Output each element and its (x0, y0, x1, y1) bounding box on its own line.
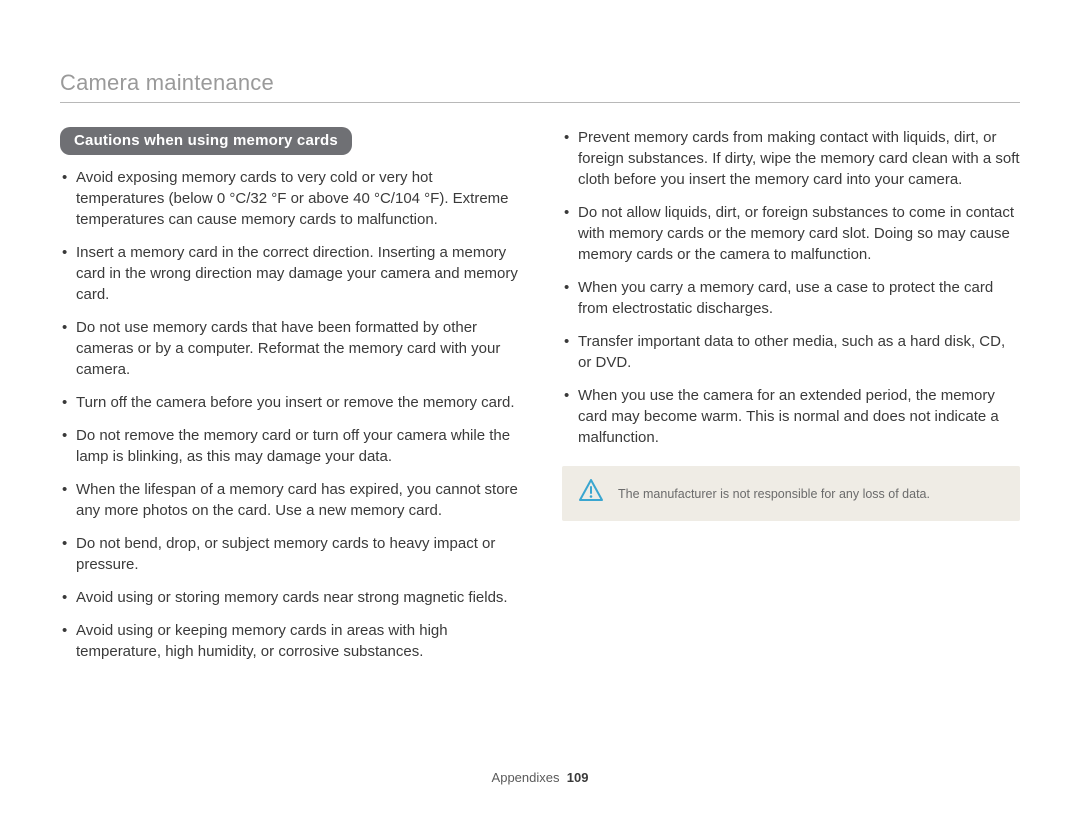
note-text: The manufacturer is not responsible for … (618, 487, 930, 501)
list-item: When you use the camera for an extended … (562, 385, 1020, 448)
section-heading: Cautions when using memory cards (60, 127, 352, 155)
footer-label: Appendixes (492, 770, 560, 785)
list-item: Do not allow liquids, dirt, or foreign s… (562, 202, 1020, 265)
content-columns: Cautions when using memory cards Avoid e… (60, 127, 1020, 674)
header-rule (60, 102, 1020, 103)
list-item: Transfer important data to other media, … (562, 331, 1020, 373)
page-footer: Appendixes 109 (0, 770, 1080, 785)
list-item: Insert a memory card in the correct dire… (60, 242, 518, 305)
left-column: Cautions when using memory cards Avoid e… (60, 127, 518, 674)
list-item: When the lifespan of a memory card has e… (60, 479, 518, 521)
footer-page-number: 109 (567, 770, 589, 785)
list-item: Do not remove the memory card or turn of… (60, 425, 518, 467)
list-item: Do not bend, drop, or subject memory car… (60, 533, 518, 575)
page-title: Camera maintenance (60, 70, 1020, 102)
manual-page: Camera maintenance Cautions when using m… (0, 0, 1080, 815)
list-item: Prevent memory cards from making contact… (562, 127, 1020, 190)
caution-note: The manufacturer is not responsible for … (562, 466, 1020, 521)
list-item: Do not use memory cards that have been f… (60, 317, 518, 380)
list-item: Avoid exposing memory cards to very cold… (60, 167, 518, 230)
list-item: Avoid using or keeping memory cards in a… (60, 620, 518, 662)
right-column: Prevent memory cards from making contact… (562, 127, 1020, 674)
warning-icon (578, 478, 604, 509)
left-bullet-list: Avoid exposing memory cards to very cold… (60, 167, 518, 662)
list-item: Turn off the camera before you insert or… (60, 392, 518, 413)
right-bullet-list: Prevent memory cards from making contact… (562, 127, 1020, 448)
list-item: When you carry a memory card, use a case… (562, 277, 1020, 319)
list-item: Avoid using or storing memory cards near… (60, 587, 518, 608)
